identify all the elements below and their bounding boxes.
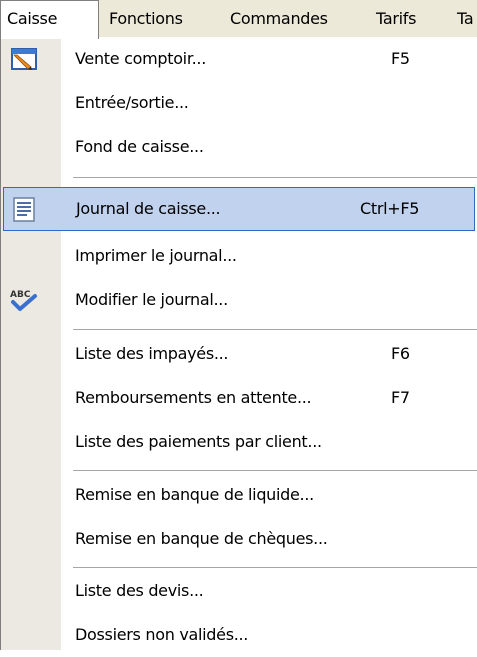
menu-item-imprimer-le-journal[interactable]: Imprimer le journal... (1, 234, 477, 278)
menu-item-modifier-le-journal[interactable]: ABC Modifier le journal... (1, 278, 477, 322)
menu-item-remboursements-en-attente[interactable]: Remboursements en attente... F7 (1, 376, 477, 420)
menu-item-remise-en-banque-de-liquide[interactable]: Remise en banque de liquide... (1, 473, 477, 517)
menu-item-shortcut: F6 (391, 344, 410, 363)
menu-item-liste-des-impayes[interactable]: Liste des impayés... F6 (1, 332, 477, 376)
document-list-icon (8, 193, 40, 225)
menu-item-label: Liste des impayés... (75, 344, 229, 363)
menu-separator (73, 470, 477, 471)
menu-item-label: Entrée/sortie... (75, 93, 189, 112)
menubar-caisse[interactable]: Caisse (0, 0, 99, 39)
spellcheck-abc-icon: ABC (7, 284, 39, 316)
menu-item-liste-des-paiements-par-client[interactable]: Liste des paiements par client... (1, 420, 477, 464)
caisse-dropdown-menu: Vente comptoir... F5 Entrée/sortie... Fo… (0, 37, 477, 650)
menu-separator (73, 567, 477, 568)
menu-item-label: Remise en banque de chèques... (75, 529, 328, 548)
menu-item-dossiers-non-valides[interactable]: Dossiers non validés... (1, 613, 477, 657)
svg-text:ABC: ABC (10, 290, 31, 300)
menu-item-shortcut: F7 (391, 388, 410, 407)
menu-bar: Caisse Fonctions Commandes Tarifs Ta (0, 0, 477, 39)
menu-item-label: Dossiers non validés... (75, 625, 249, 644)
menu-item-label: Liste des paiements par client... (75, 432, 322, 451)
menu-separator (73, 177, 477, 178)
menu-item-shortcut: F5 (391, 49, 410, 68)
menu-separator (73, 329, 477, 330)
menu-item-label: Imprimer le journal... (75, 246, 237, 265)
menu-item-label: Modifier le journal... (75, 290, 228, 309)
menu-item-remise-en-banque-de-cheques[interactable]: Remise en banque de chèques... (1, 517, 477, 561)
menu-item-liste-des-devis[interactable]: Liste des devis... (1, 569, 477, 613)
menu-item-shortcut: Ctrl+F5 (360, 199, 420, 218)
menu-item-label: Liste des devis... (75, 581, 204, 600)
menu-item-entree-sortie[interactable]: Entrée/sortie... (1, 81, 477, 125)
menubar-truncated-item[interactable]: Ta (457, 0, 474, 38)
menu-item-label: Remise en banque de liquide... (75, 485, 314, 504)
menu-item-label: Fond de caisse... (75, 137, 204, 156)
menu-item-fond-de-caisse[interactable]: Fond de caisse... (1, 125, 477, 169)
menu-item-vente-comptoir[interactable]: Vente comptoir... F5 (1, 37, 477, 81)
menubar-tarifs[interactable]: Tarifs (376, 0, 416, 38)
menu-item-label: Journal de caisse... (76, 199, 221, 218)
menu-item-journal-de-caisse[interactable]: Journal de caisse... Ctrl+F5 (3, 187, 475, 231)
menu-item-label: Vente comptoir... (75, 49, 206, 68)
menubar-fonctions[interactable]: Fonctions (109, 0, 183, 38)
pencil-window-icon (7, 43, 39, 75)
menu-item-label: Remboursements en attente... (75, 388, 312, 407)
menubar-commandes[interactable]: Commandes (230, 0, 328, 38)
